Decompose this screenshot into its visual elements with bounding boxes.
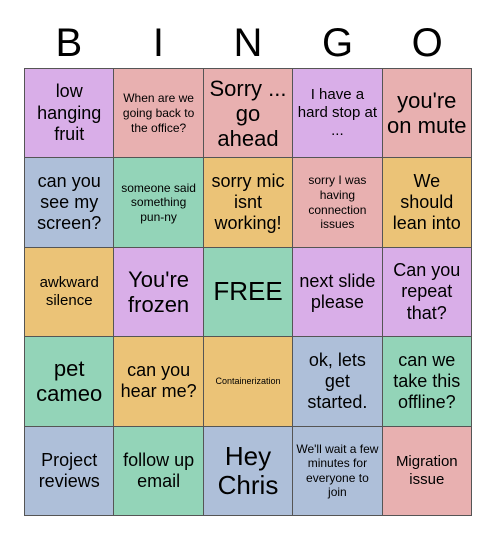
bingo-grid: low hanging fruit When are we going back …	[24, 68, 472, 516]
bingo-cell-r1c4[interactable]: I have a hard stop at ...	[293, 69, 383, 159]
bingo-cell-r1c3[interactable]: Sorry ... go ahead	[203, 69, 294, 159]
bingo-header-letter-g: G	[322, 21, 354, 65]
bingo-cell-r3c3[interactable]: FREE	[203, 247, 294, 338]
bingo-cell-r5c4[interactable]: We'll wait a few minutes for everyone to…	[293, 426, 383, 516]
bingo-header-letter-b: B	[55, 21, 83, 65]
bingo-header-letter-i: I	[152, 21, 164, 65]
bingo-card: B I N G O low hanging fruit When are we g…	[0, 0, 500, 544]
bingo-cell-r5c5[interactable]: Migration issue	[382, 426, 472, 516]
bingo-cell-r5c2[interactable]: follow up email	[114, 426, 204, 516]
bingo-cell-r1c2[interactable]: When are we going back to the office?	[114, 69, 204, 159]
bingo-cell-r3c1[interactable]: awkward silence	[25, 247, 115, 338]
bingo-cell-r2c3[interactable]: sorry mic isnt working!	[203, 158, 294, 248]
bingo-cell-r3c4[interactable]: next slide please	[293, 247, 383, 338]
bingo-header-letter-n: N	[233, 21, 263, 65]
bingo-cell-r5c3[interactable]: Hey Chris	[203, 426, 294, 516]
bingo-cell-r2c2[interactable]: someone said something pun-ny	[114, 158, 204, 248]
bingo-cell-r2c1[interactable]: can you see my screen?	[25, 158, 115, 248]
bingo-cell-r1c1[interactable]: low hanging fruit	[25, 69, 115, 159]
bingo-header: B I N G O	[24, 18, 472, 68]
bingo-cell-r1c5[interactable]: you're on mute	[382, 69, 472, 159]
bingo-cell-r2c4[interactable]: sorry I was having connection issues	[293, 158, 383, 248]
bingo-cell-r3c2[interactable]: You're frozen	[114, 247, 204, 338]
bingo-header-letter-o: O	[411, 21, 443, 65]
bingo-cell-r4c2[interactable]: can you hear me?	[114, 337, 204, 427]
bingo-cell-r3c5[interactable]: Can you repeat that?	[382, 247, 472, 338]
bingo-cell-r4c3[interactable]: Containerization	[203, 337, 294, 427]
bingo-cell-r4c1[interactable]: pet cameo	[25, 337, 115, 427]
bingo-cell-r4c4[interactable]: ok, lets get started.	[293, 337, 383, 427]
bingo-cell-r5c1[interactable]: Project reviews	[25, 426, 115, 516]
bingo-cell-r2c5[interactable]: We should lean into	[382, 158, 472, 248]
bingo-cell-r4c5[interactable]: can we take this offline?	[382, 337, 472, 427]
